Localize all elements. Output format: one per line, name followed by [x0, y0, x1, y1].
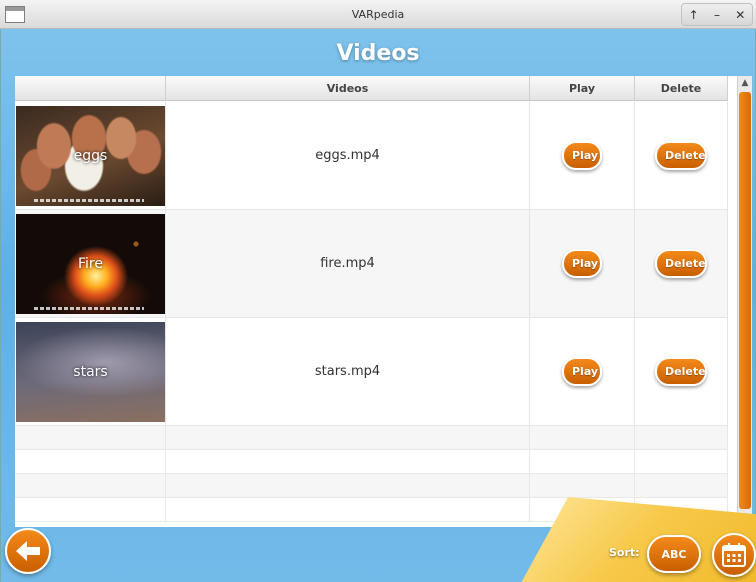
play-cell: Play: [530, 102, 635, 209]
scroll-thumb[interactable]: [739, 92, 751, 509]
thumbnail-cell: Fire: [15, 210, 166, 317]
filename-cell: eggs.mp4: [166, 102, 530, 209]
delete-cell: Delete: [635, 318, 728, 425]
play-button[interactable]: Play: [562, 249, 602, 278]
filename-cell: fire.mp4: [166, 210, 530, 317]
scroll-up-icon[interactable]: ▲: [738, 76, 752, 90]
empty-row: [15, 450, 728, 474]
thumbnail-cell: eggs: [15, 102, 166, 209]
play-button[interactable]: Play: [562, 357, 602, 386]
window-minimize-button[interactable]: –: [706, 8, 728, 22]
empty-row: [15, 426, 728, 450]
table-row[interactable]: Fire fire.mp4 Play Delete: [15, 210, 728, 318]
table-header: Videos Play Delete: [15, 76, 728, 101]
delete-button[interactable]: Delete: [655, 357, 707, 386]
filename-cell: stars.mp4: [166, 318, 530, 425]
window-title: VARpedia: [351, 8, 405, 21]
column-header-videos[interactable]: Videos: [166, 76, 530, 100]
column-header-thumbnail[interactable]: [15, 76, 166, 100]
videos-table: Videos Play Delete eggs eggs.mp4 Play De…: [15, 76, 752, 527]
thumbnail-label: stars: [73, 363, 108, 380]
calendar-icon: [722, 543, 746, 567]
sort-date-button[interactable]: [712, 533, 756, 577]
play-cell: Play: [530, 210, 635, 317]
sort-label: Sort:: [609, 546, 640, 559]
column-header-play[interactable]: Play: [530, 76, 635, 100]
table-row[interactable]: stars stars.mp4 Play Delete: [15, 318, 728, 426]
delete-button[interactable]: Delete: [655, 249, 707, 278]
table-body: eggs eggs.mp4 Play Delete Fire fire.mp4 …: [15, 102, 728, 522]
app-body: Videos Videos Play Delete eggs eggs.mp4 …: [0, 29, 756, 582]
column-header-delete[interactable]: Delete: [635, 76, 728, 100]
delete-cell: Delete: [635, 210, 728, 317]
delete-button[interactable]: Delete: [655, 141, 707, 170]
vertical-scrollbar[interactable]: ▲ ▼: [737, 76, 752, 527]
play-button[interactable]: Play: [562, 141, 602, 170]
thumbnail-label: Fire: [78, 255, 103, 272]
back-button[interactable]: [5, 528, 51, 574]
thumbnail-label: eggs: [73, 147, 108, 164]
delete-cell: Delete: [635, 102, 728, 209]
table-row[interactable]: eggs eggs.mp4 Play Delete: [15, 102, 728, 210]
arrow-left-icon: [16, 541, 40, 561]
video-thumbnail: eggs: [16, 105, 165, 206]
window-titlebar: VARpedia ↑ – ✕: [0, 0, 756, 29]
play-cell: Play: [530, 318, 635, 425]
window-controls: ↑ – ✕: [681, 3, 753, 26]
window-raise-button[interactable]: ↑: [683, 8, 705, 22]
thumbnail-caption: [34, 306, 144, 310]
video-thumbnail: stars: [16, 321, 165, 422]
sort-abc-button[interactable]: ABC: [647, 535, 701, 573]
page-title: Videos: [336, 41, 420, 66]
video-thumbnail: Fire: [16, 213, 165, 314]
thumbnail-caption: [34, 198, 144, 202]
empty-row: [15, 474, 728, 498]
window-close-button[interactable]: ✕: [729, 8, 751, 22]
thumbnail-cell: stars: [15, 318, 166, 425]
